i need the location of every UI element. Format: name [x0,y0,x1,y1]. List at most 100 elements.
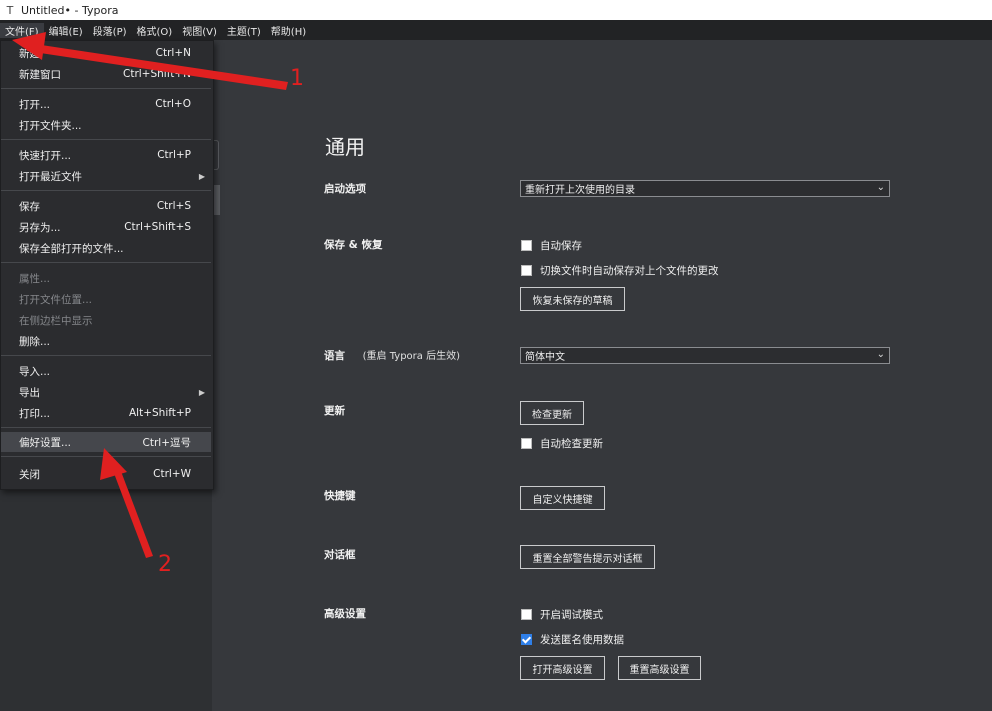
annotation-label-1: 1 [290,66,304,91]
page-title: 通用 [325,135,365,159]
menu-paragraph[interactable]: 段落(P) [88,23,132,38]
shortcuts-label: 快捷键 [324,490,356,502]
debug-mode-checkbox[interactable]: 开启调试模式 [521,607,603,622]
auto-check-update-label: 自动检查更新 [540,438,603,450]
startup-select[interactable]: 重新打开上次使用的目录 ⌄ [520,180,890,197]
menu-item-label: 导出 [19,386,40,399]
checkbox-icon [521,438,532,449]
update-label: 更新 [324,405,345,417]
menu-item-save[interactable]: 保存 Ctrl+S [1,196,211,216]
menu-help[interactable]: 帮助(H) [266,23,311,38]
checkbox-icon [521,609,532,620]
menu-item-reveal-sidebar[interactable]: 在侧边栏中显示 [1,310,211,330]
menu-item-new-window[interactable]: 新建窗口 Ctrl+Shift+N [1,64,211,84]
submenu-arrow-icon: ▶ [198,171,205,181]
menu-item-label: 打开... [19,98,51,111]
menu-item-label: 属性... [19,272,51,285]
menu-item-label: 删除... [19,335,51,348]
menu-item-quick-open[interactable]: 快速打开... Ctrl+P [1,145,211,165]
menu-item-label: 在侧边栏中显示 [19,314,93,327]
menu-theme[interactable]: 主题(T) [222,23,266,38]
menu-item-import[interactable]: 导入... [1,361,211,381]
menu-item-print[interactable]: 打印... Alt+Shift+P [1,403,211,423]
switch-autosave-checkbox[interactable]: 切换文件时自动保存对上个文件的更改 [521,263,719,278]
menu-separator [1,190,211,191]
annotation-label-2: 2 [158,552,172,577]
check-update-button[interactable]: 检查更新 [520,401,584,425]
menu-item-shortcut: Ctrl+W [153,468,191,480]
custom-shortcuts-button[interactable]: 自定义快捷键 [520,486,605,510]
menu-item-label: 打开文件位置... [19,293,93,306]
checkbox-icon [521,240,532,251]
chevron-down-icon: ⌄ [876,182,885,193]
menu-item-save-as[interactable]: 另存为... Ctrl+Shift+S [1,217,211,237]
menu-item-label: 新建窗口 [19,68,61,81]
language-label-text: 语言 [324,350,345,362]
menu-item-label: 打印... [19,407,51,420]
telemetry-label: 发送匿名使用数据 [540,634,624,646]
menu-separator [1,262,211,263]
menu-item-shortcut: Ctrl+Shift+N [123,68,191,80]
menu-item-save-all[interactable]: 保存全部打开的文件... [1,238,211,258]
switch-autosave-label: 切换文件时自动保存对上个文件的更改 [540,265,719,277]
menu-item-label: 保存 [19,200,40,213]
telemetry-checkbox[interactable]: 发送匿名使用数据 [521,632,624,647]
menu-item-shortcut: Ctrl+P [157,149,191,161]
menu-item-label: 另存为... [19,221,61,234]
window-title: Untitled• - Typora [21,3,119,17]
menu-item-export[interactable]: 导出 ▶ [1,382,211,402]
menu-item-label: 偏好设置... [19,436,72,449]
typora-t-icon: T [6,3,14,17]
menu-item-label: 保存全部打开的文件... [19,242,124,255]
menu-separator [1,427,211,428]
menu-edit[interactable]: 编辑(E) [44,23,88,38]
menu-item-label: 关闭 [19,468,40,481]
menu-item-properties[interactable]: 属性... [1,268,211,288]
save-restore-label: 保存 & 恢复 [324,239,383,251]
menu-item-shortcut: Ctrl+Shift+S [124,221,191,233]
menu-item-close[interactable]: 关闭 Ctrl+W [1,464,211,484]
recover-drafts-button[interactable]: 恢复未保存的草稿 [520,287,625,311]
open-advanced-settings-button[interactable]: 打开高级设置 [520,656,605,680]
autosave-label: 自动保存 [540,240,582,252]
menu-item-preferences[interactable]: 偏好设置... Ctrl+逗号 [1,432,211,452]
checkbox-icon [521,265,532,276]
menu-item-open[interactable]: 打开... Ctrl+O [1,94,211,114]
menu-item-shortcut: Ctrl+O [155,98,191,110]
startup-select-value: 重新打开上次使用的目录 [525,185,635,196]
menu-separator [1,355,211,356]
reset-dialogs-button[interactable]: 重置全部警告提示对话框 [520,545,655,569]
preferences-panel: 通用 启动选项 重新打开上次使用的目录 ⌄ 保存 & 恢复 自动保存 切换文件时… [212,40,992,711]
title-bar: T Untitled• - Typora [0,0,992,20]
autosave-checkbox[interactable]: 自动保存 [521,238,582,253]
menu-separator [1,139,211,140]
reset-advanced-settings-button[interactable]: 重置高级设置 [618,656,701,680]
menu-item-label: 快速打开... [19,149,72,162]
language-select[interactable]: 简体中文 ⌄ [520,347,890,364]
menu-item-label: 打开最近文件 [19,170,82,183]
checkbox-checked-icon [521,634,532,645]
menu-file[interactable]: 文件(F) [0,22,44,38]
dialogs-label: 对话框 [324,549,356,561]
menu-item-shortcut: Alt+Shift+P [128,407,191,419]
chevron-down-icon: ⌄ [876,349,885,360]
menu-item-label: 导入... [19,365,51,378]
menu-item-open-folder[interactable]: 打开文件夹... [1,115,211,135]
menu-format[interactable]: 格式(O) [132,23,178,38]
auto-check-update-checkbox[interactable]: 自动检查更新 [521,436,603,451]
menu-item-shortcut: Ctrl+逗号 [142,436,191,449]
menu-item-new[interactable]: 新建 Ctrl+N [1,43,211,63]
menu-bar: 文件(F) 编辑(E) 段落(P) 格式(O) 视图(V) 主题(T) 帮助(H… [0,20,992,40]
startup-label: 启动选项 [324,183,366,195]
menu-item-shortcut: Ctrl+S [156,200,191,212]
menu-item-open-location[interactable]: 打开文件位置... [1,289,211,309]
menu-item-label: 新建 [19,47,40,60]
menu-view[interactable]: 视图(V) [177,23,222,38]
menu-item-delete[interactable]: 删除... [1,331,211,351]
file-menu-dropdown: 新建 Ctrl+N 新建窗口 Ctrl+Shift+N 打开... Ctrl+O… [0,40,214,490]
menu-item-open-recent[interactable]: 打开最近文件 ▶ [1,166,211,186]
language-label: 语言 (重启 Typora 后生效) [324,347,460,363]
language-select-value: 简体中文 [525,352,565,363]
advanced-label: 高级设置 [324,608,366,620]
submenu-arrow-icon: ▶ [198,387,205,397]
